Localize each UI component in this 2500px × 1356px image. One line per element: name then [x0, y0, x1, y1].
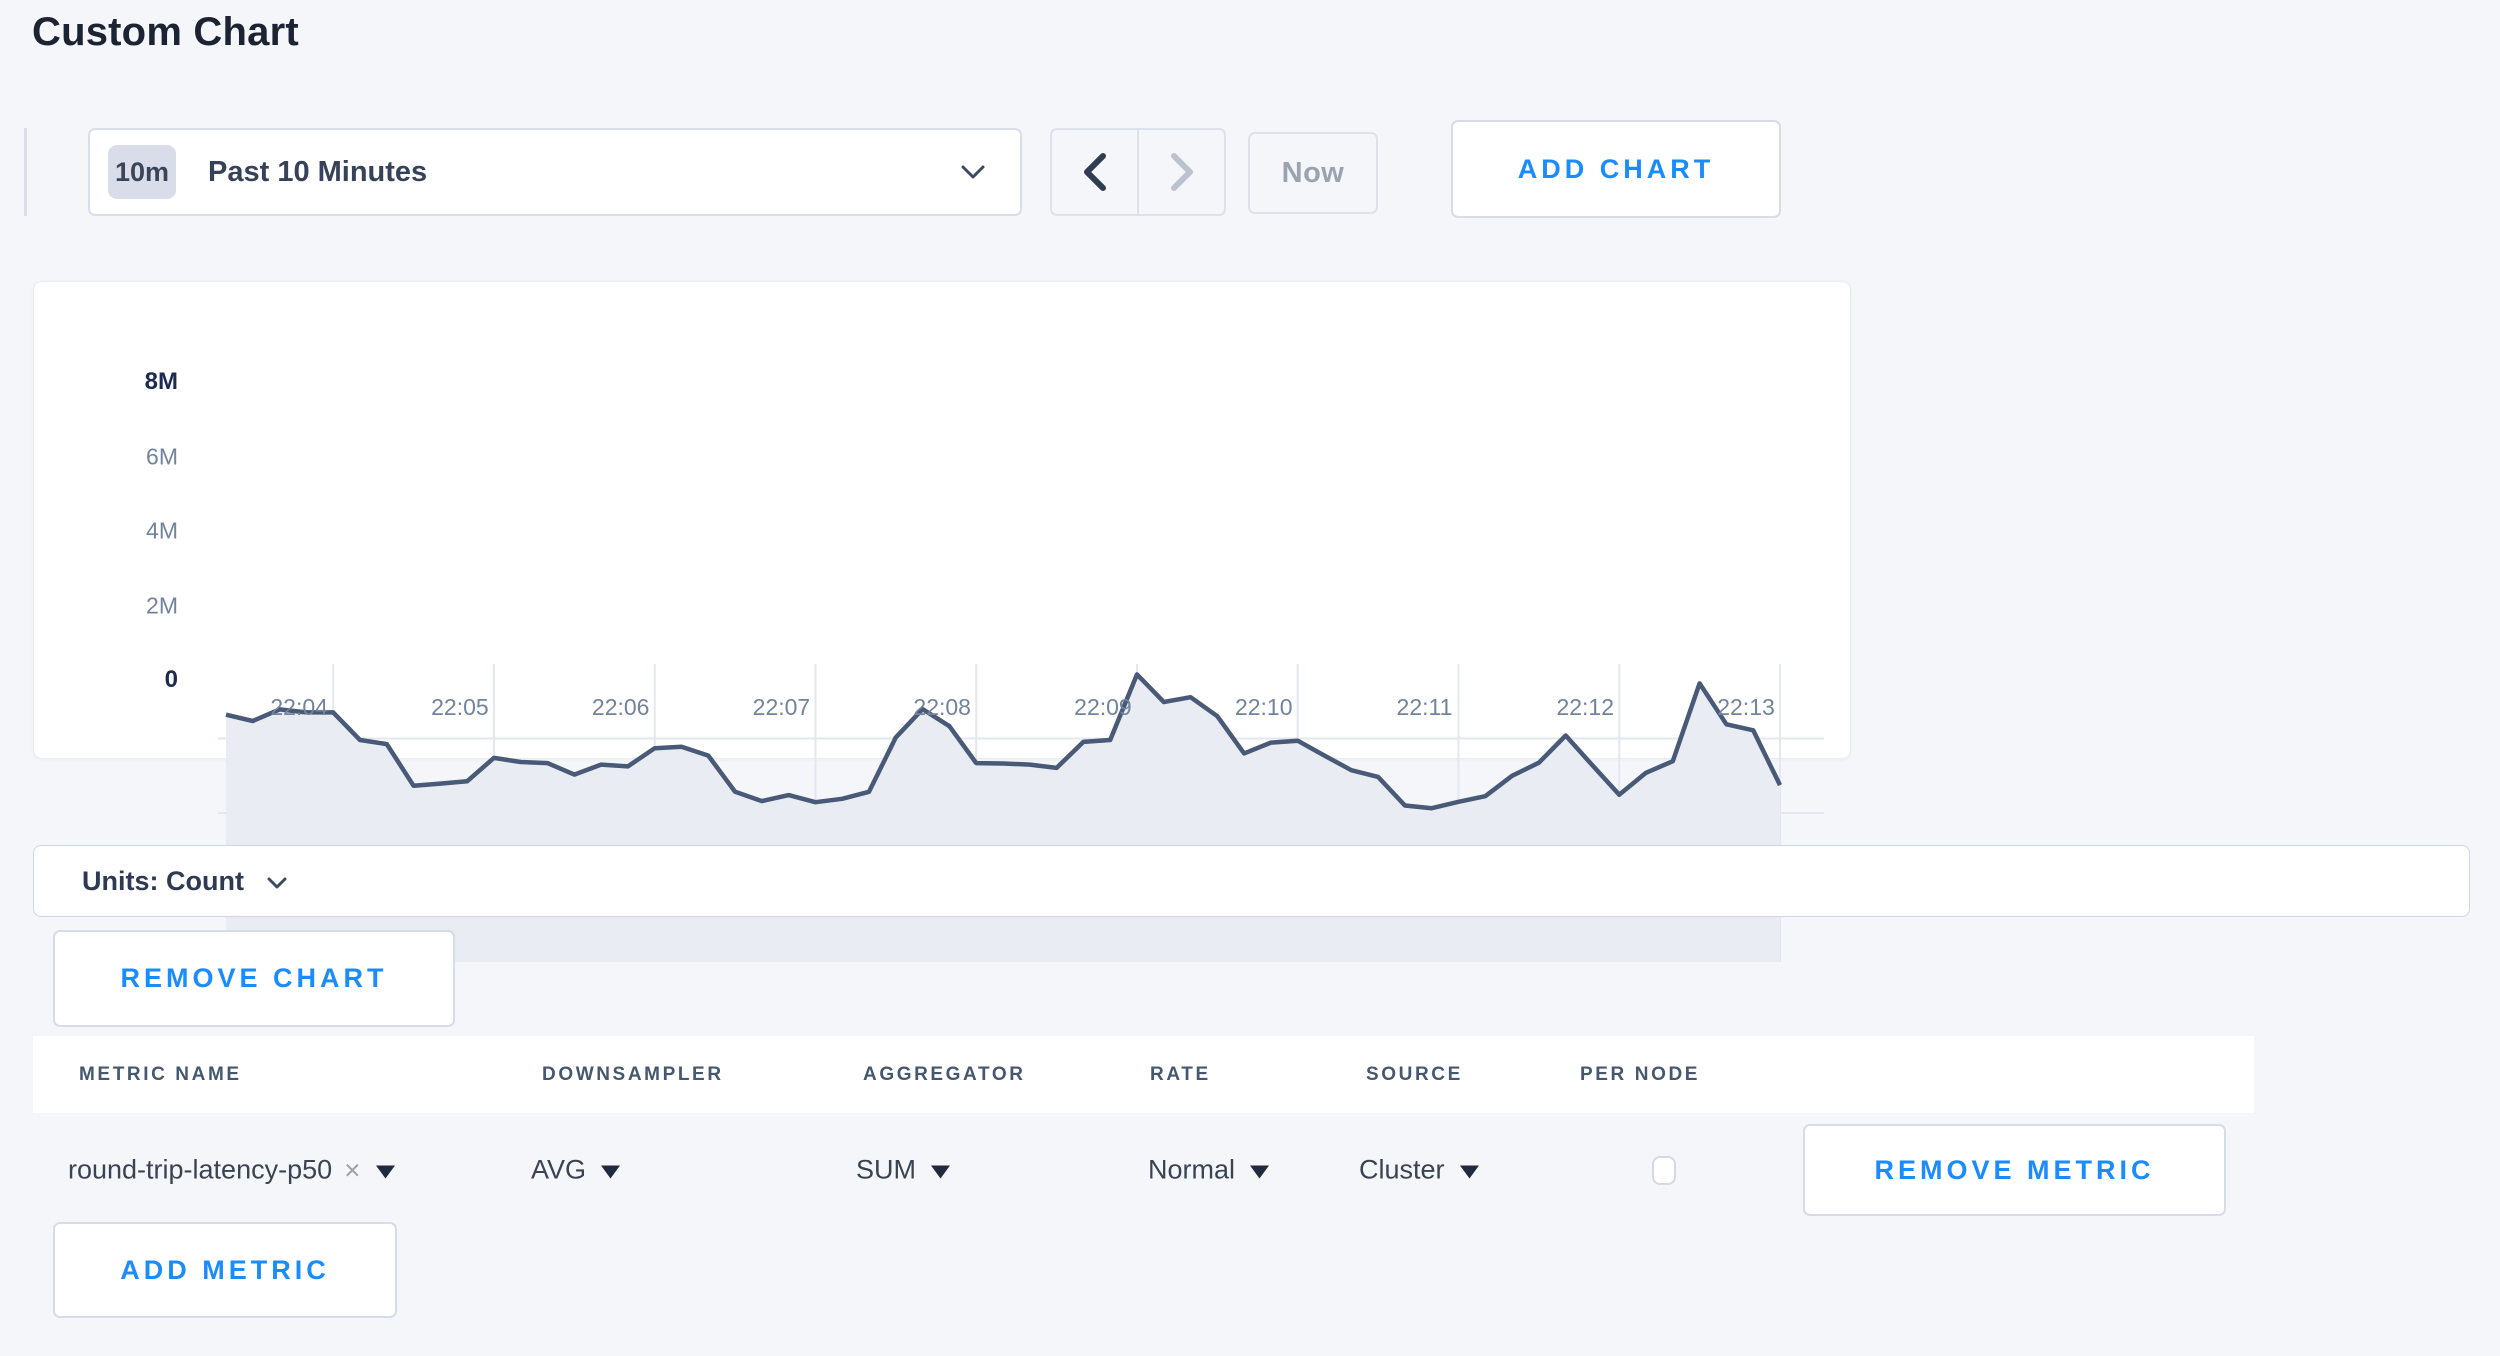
x-axis-tick: 22:08 [913, 694, 971, 721]
rate-select[interactable]: Normal [1148, 1155, 1269, 1186]
add-metric-button[interactable]: ADD METRIC [53, 1222, 397, 1318]
x-axis-tick: 22:05 [431, 694, 489, 721]
chevron-down-icon [960, 164, 986, 180]
x-axis-tick: 22:09 [1074, 694, 1132, 721]
clear-metric-icon[interactable]: × [344, 1156, 360, 1184]
column-header: RATE [1150, 1064, 1211, 1086]
time-prev-button[interactable] [1052, 130, 1139, 214]
time-next-button[interactable] [1139, 130, 1224, 214]
y-axis-tick: 0 [68, 666, 178, 694]
aggregator-value: SUM [856, 1155, 916, 1186]
caret-down-icon [376, 1165, 395, 1178]
time-range-label: Past 10 Minutes [208, 156, 427, 189]
caret-down-icon [601, 1165, 620, 1178]
source-value: Cluster [1359, 1155, 1445, 1186]
downsampler-value: AVG [531, 1155, 586, 1186]
x-axis-tick: 22:13 [1717, 694, 1775, 721]
column-header: AGGREGATOR [863, 1064, 1026, 1086]
y-axis-tick: 2M [68, 592, 178, 619]
caret-down-icon [1460, 1165, 1479, 1178]
custom-chart-page: Custom Chart 10m Past 10 Minutes Now ADD… [0, 0, 2500, 1356]
y-axis-tick: 6M [68, 443, 178, 470]
x-axis-tick: 22:07 [753, 694, 811, 721]
x-axis-tick: 22:11 [1397, 694, 1453, 721]
time-window-badge: 10m [108, 145, 176, 199]
column-header: METRIC NAME [79, 1064, 242, 1086]
toolbar-divider [24, 128, 27, 216]
per-node-checkbox[interactable] [1652, 1156, 1676, 1185]
chevron-left-icon [1083, 152, 1107, 192]
metrics-table-header: METRIC NAME DOWNSAMPLER AGGREGATOR RATE SOUR… [33, 1036, 2254, 1113]
now-button[interactable]: Now [1248, 132, 1378, 214]
y-axis-tick: 8M [68, 368, 178, 396]
caret-down-icon [1250, 1165, 1269, 1178]
chevron-down-icon [266, 876, 288, 890]
y-axis-tick: 4M [68, 518, 178, 545]
x-axis-tick: 22:12 [1556, 694, 1614, 721]
add-chart-button[interactable]: ADD CHART [1451, 120, 1781, 218]
time-range-dropdown[interactable]: 10m Past 10 Minutes [88, 128, 1022, 216]
aggregator-select[interactable]: SUM [856, 1155, 950, 1186]
source-select[interactable]: Cluster [1359, 1155, 1479, 1186]
downsampler-select[interactable]: AVG [531, 1155, 620, 1186]
x-axis-tick: 22:06 [592, 694, 650, 721]
column-header: DOWNSAMPLER [542, 1064, 724, 1086]
units-label: Units: Count [82, 866, 244, 897]
page-title: Custom Chart [32, 10, 299, 55]
chevron-right-icon [1170, 152, 1194, 192]
remove-chart-button[interactable]: REMOVE CHART [53, 930, 455, 1027]
metric-name-value: round-trip-latency-p50 [68, 1155, 332, 1186]
chart-panel [33, 281, 1851, 759]
x-axis-tick: 22:10 [1235, 694, 1293, 721]
caret-down-icon [931, 1165, 950, 1178]
remove-metric-button[interactable]: REMOVE METRIC [1803, 1124, 2226, 1216]
column-header: PER NODE [1580, 1064, 1700, 1086]
x-axis-tick: 22:04 [270, 694, 328, 721]
column-header: SOURCE [1366, 1064, 1463, 1086]
rate-value: Normal [1148, 1155, 1235, 1186]
units-dropdown[interactable]: Units: Count [33, 845, 2470, 917]
time-nav-group [1050, 128, 1226, 216]
metric-name-select[interactable]: round-trip-latency-p50 × [68, 1155, 395, 1186]
